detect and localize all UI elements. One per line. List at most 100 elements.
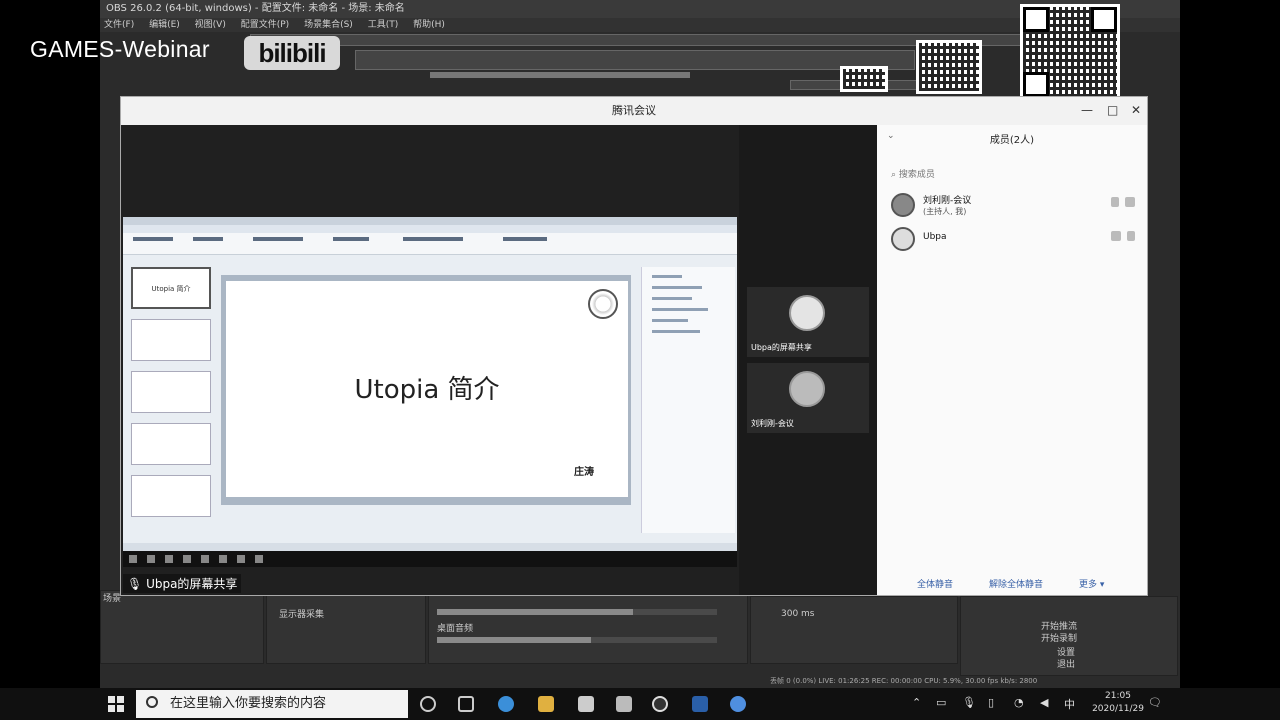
mic-icon: 🎙 [127, 577, 143, 591]
control-exit[interactable]: 退出 [1057, 657, 1075, 670]
mail-icon[interactable] [616, 696, 632, 712]
transitions-dock: 300 ms [750, 596, 958, 664]
shared-taskbar [123, 551, 737, 567]
member-row-2[interactable]: Ubpa [891, 225, 1137, 255]
controls-dock: 开始推流 开始录制 设置 退出 [960, 596, 1178, 676]
slide-thumb-5[interactable] [131, 475, 211, 517]
slide-thumb-4[interactable] [131, 423, 211, 465]
screen-share-view: Utopia 简介 Utopia 简介 庄涛 🎙 Ubpa的屏幕共享 [121, 125, 739, 595]
slide-thumb-1-title: Utopia 简介 [151, 285, 191, 293]
menu-tools[interactable]: 工具(T) [368, 20, 399, 30]
member-name-1: 刘利刚-会议 [923, 196, 972, 206]
battery-icon[interactable]: ▯ [988, 696, 994, 709]
ppt-format-pane [641, 267, 735, 533]
tile-label-2: 刘利刚-会议 [751, 419, 794, 428]
volume-icon[interactable]: ◀ [1040, 696, 1048, 709]
clock-time: 21:05 [1105, 691, 1131, 701]
member-row-1[interactable]: 刘利刚-会议 (主持人, 我) [891, 191, 1137, 221]
menu-edit[interactable]: 编辑(E) [149, 20, 180, 30]
powerpoint-window: Utopia 简介 Utopia 简介 庄涛 [123, 217, 737, 551]
members-panel: 成员(2人) ⌄ ⌕ 搜索成员 刘利刚-会议 (主持人, 我) Ubpa 全体静… [877, 125, 1147, 595]
task-view-icon[interactable] [458, 696, 474, 712]
bilibili-logo: bilibili [244, 36, 340, 70]
mixer-meter-2 [437, 637, 717, 643]
obs-title-bar: OBS 26.0.2 (64-bit, windows) - 配置文件: 未命名… [100, 0, 1180, 18]
unmute-all-button[interactable]: 解除全体静音 [989, 577, 1043, 590]
member-name-2: Ubpa [923, 232, 947, 242]
cortana-icon[interactable] [420, 696, 436, 712]
mic-tray-icon[interactable]: 🎙 [962, 696, 976, 709]
member-search-input[interactable]: ⌕ 搜索成员 [891, 167, 935, 180]
sources-dock: 显示器采集 [266, 590, 426, 664]
start-button[interactable] [108, 696, 124, 712]
edge-icon[interactable] [498, 696, 514, 712]
menu-scene-collection[interactable]: 场景集合(S) [304, 20, 353, 30]
menu-help[interactable]: 帮助(H) [413, 20, 445, 30]
mute-all-button[interactable]: 全体静音 [917, 577, 953, 590]
obs-status-bar: 丢帧 0 (0.0%) LIVE: 01:26:25 REC: 00:00:00… [770, 677, 1038, 685]
windows-taskbar: 在这里输入你要搜索的内容 ⌃ ▭ 🎙 ▯ ◔ ◀ 中 21:05 2020/11… [0, 688, 1280, 720]
menu-file[interactable]: 文件(F) [104, 20, 134, 30]
taskbar-clock[interactable]: 21:05 2020/11/29 [1092, 690, 1144, 716]
network-icon[interactable]: ▭ [936, 696, 946, 709]
qr-code-small [840, 66, 888, 92]
photos-icon[interactable] [692, 696, 708, 712]
games-webinar-logo: GAMES-Webinar [30, 36, 210, 62]
slide-author: 庄涛 [574, 467, 594, 478]
slide-thumbnails: Utopia 简介 [131, 267, 213, 529]
menu-profile[interactable]: 配置文件(P) [241, 20, 289, 30]
camera-icon[interactable] [1125, 197, 1135, 207]
ppt-tabs [123, 225, 737, 233]
member-role-1: (主持人, 我) [923, 207, 967, 216]
meeting-window: 腾讯会议 — □ ✕ Utopia 简介 Utopia 简介 庄涛 🎙 Ubpa… [120, 96, 1148, 596]
transition-duration[interactable]: 300 ms [781, 609, 815, 619]
taskbar-search-box[interactable]: 在这里输入你要搜索的内容 [136, 690, 408, 718]
minimize-icon[interactable]: — [1081, 103, 1093, 117]
wifi-icon[interactable]: ◔ [1014, 696, 1024, 709]
university-seal-icon [588, 289, 618, 319]
obs-icon[interactable] [652, 696, 668, 712]
participant-tile-1[interactable]: Ubpa的屏幕共享 [747, 287, 869, 357]
search-icon: ⌕ [891, 170, 897, 180]
tray-up-icon[interactable]: ⌃ [912, 696, 921, 709]
menu-view[interactable]: 视图(V) [195, 20, 226, 30]
current-slide: Utopia 简介 庄涛 [221, 275, 631, 505]
notification-icon[interactable]: 🗨 [1148, 696, 1162, 709]
slide-thumb-2[interactable] [131, 319, 211, 361]
taskbar-search-placeholder: 在这里输入你要搜索的内容 [170, 696, 327, 711]
avatar [789, 371, 825, 407]
screen-share-icon [1111, 231, 1121, 241]
file-explorer-icon[interactable] [538, 696, 554, 712]
scenes-dock: 场景 [100, 590, 264, 664]
close-icon[interactable]: ✕ [1131, 103, 1141, 117]
mixer-meter-1 [437, 609, 717, 615]
qr-code-medium [916, 40, 982, 94]
mixer-dock: 桌面音频 [428, 590, 748, 664]
search-icon [146, 696, 158, 708]
slide-thumb-3[interactable] [131, 371, 211, 413]
more-button[interactable]: 更多 ▾ [1079, 577, 1104, 590]
collapse-icon[interactable]: ⌄ [887, 131, 895, 141]
mic-icon[interactable] [1111, 197, 1119, 207]
store-icon[interactable] [578, 696, 594, 712]
participant-tile-2[interactable]: 刘利刚-会议 [747, 363, 869, 433]
control-start-record[interactable]: 开始录制 [1041, 631, 1077, 644]
avatar [789, 295, 825, 331]
tencent-meeting-icon[interactable] [730, 696, 746, 712]
avatar [891, 193, 915, 217]
avatar [891, 227, 915, 251]
ime-indicator[interactable]: 中 [1064, 696, 1075, 712]
screen: OBS 26.0.2 (64-bit, windows) - 配置文件: 未命名… [0, 0, 1280, 720]
slide-thumb-1[interactable]: Utopia 简介 [131, 267, 211, 309]
members-header: 成员(2人) [989, 135, 1035, 146]
mic-icon[interactable] [1127, 231, 1135, 241]
meeting-title: 腾讯会议 [121, 97, 1147, 125]
desktop-audio-label: 桌面音频 [437, 624, 474, 634]
sources-item[interactable]: 显示器采集 [279, 607, 324, 620]
nested-preview-bar [430, 72, 690, 78]
participant-column: Ubpa的屏幕共享 刘利刚-会议 [739, 125, 877, 595]
ppt-title-bar [123, 217, 737, 225]
ppt-ribbon [123, 233, 737, 255]
maximize-icon[interactable]: □ [1107, 103, 1118, 117]
obs-menu-bar: 文件(F) 编辑(E) 视图(V) 配置文件(P) 场景集合(S) 工具(T) … [100, 18, 1180, 32]
